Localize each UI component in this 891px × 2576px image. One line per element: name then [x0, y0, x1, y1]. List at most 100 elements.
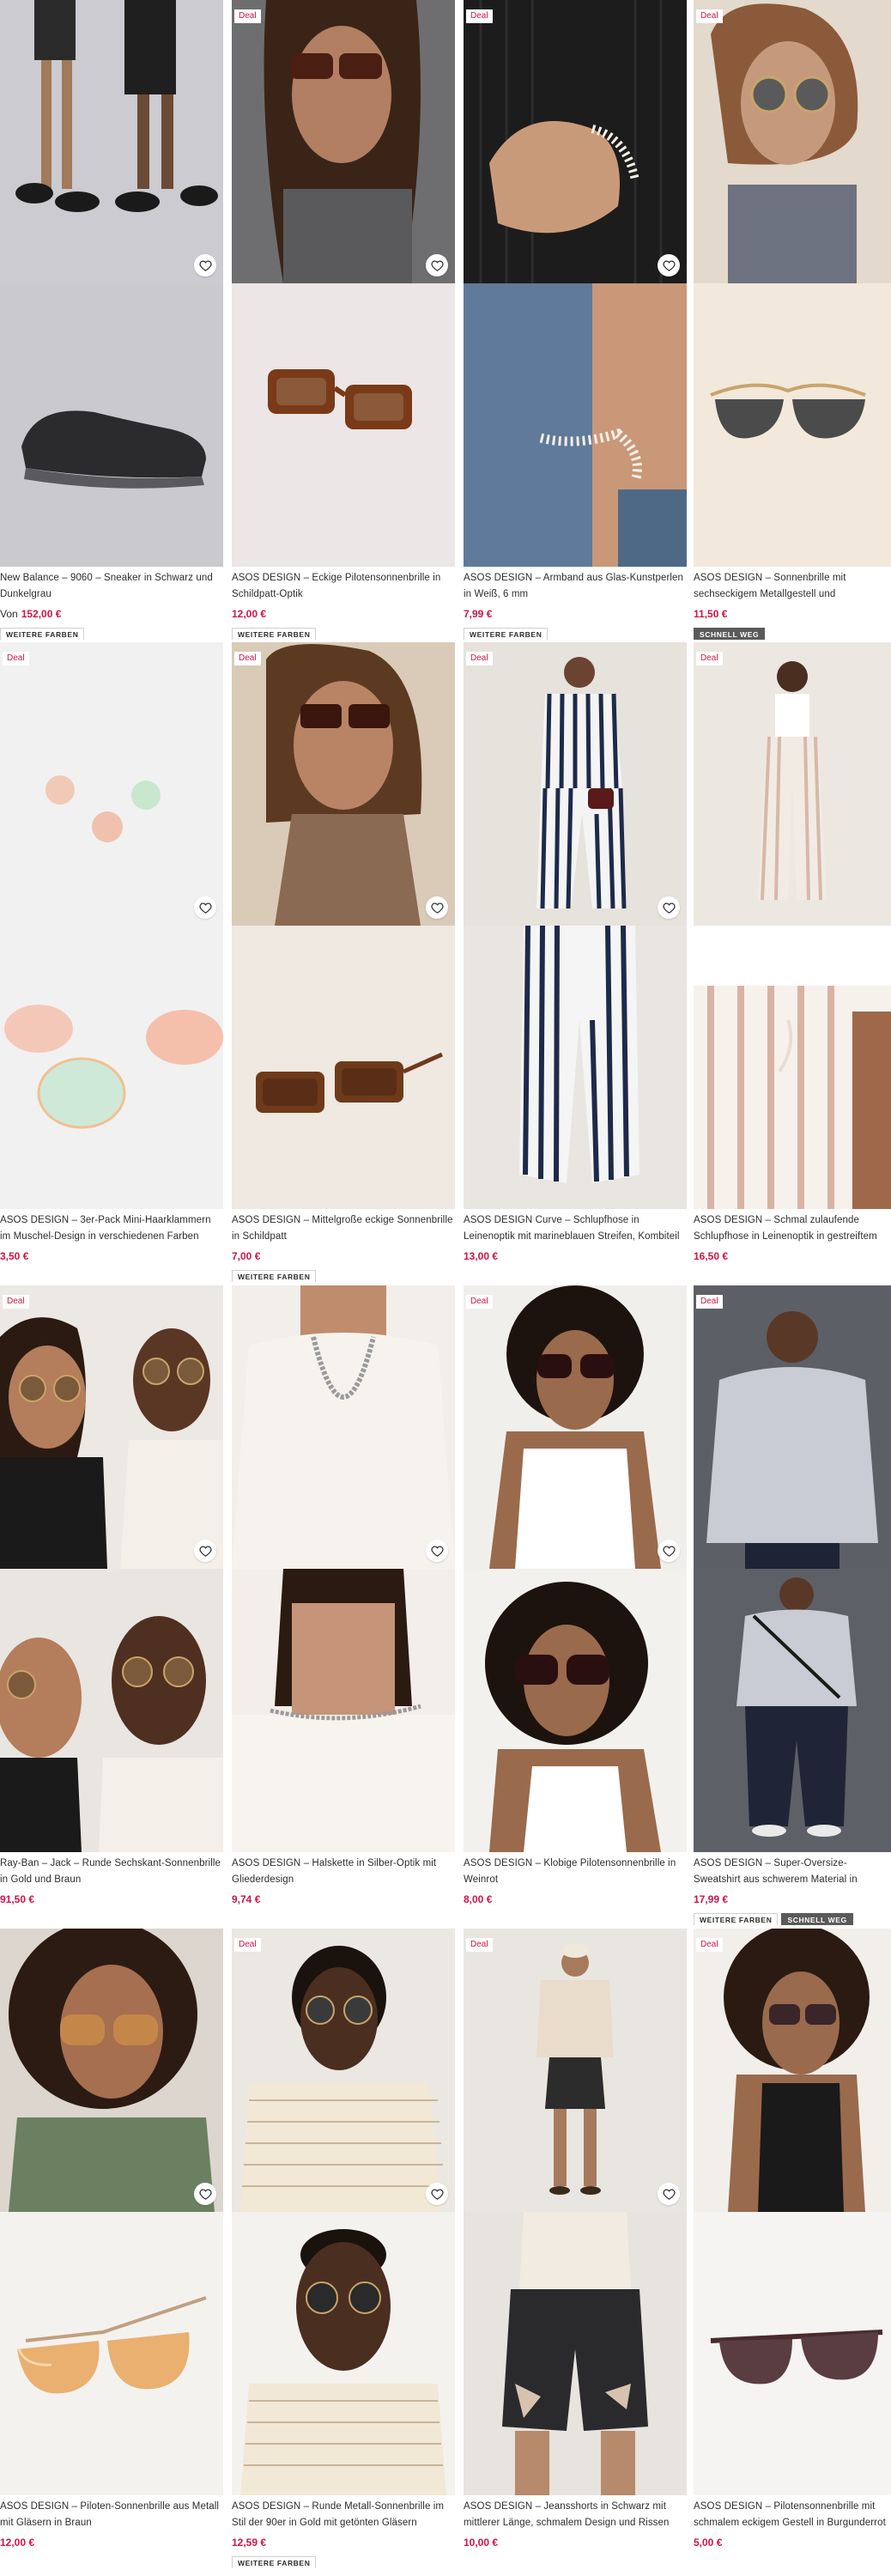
- product-image-main[interactable]: Deal: [694, 0, 891, 283]
- product-image-alt[interactable]: [694, 283, 891, 567]
- product-image-main[interactable]: Deal: [694, 1929, 891, 2212]
- product-image-main[interactable]: Deal: [0, 642, 223, 926]
- product-tags: [0, 1911, 223, 1925]
- product-image-alt[interactable]: [232, 926, 455, 1209]
- product-card[interactable]: Deal ASOS DESIGN – Armband aus Glas-Kuns…: [464, 0, 687, 640]
- product-image-alt[interactable]: [0, 283, 223, 567]
- save-heart-icon[interactable]: [194, 1540, 216, 1562]
- tag-more-colors: WEITERE FARBEN: [232, 628, 317, 640]
- product-card[interactable]: Deal ASOS DESIGN – Mittelgroße eckige So…: [232, 642, 455, 1282]
- price-prefix: Von: [0, 608, 18, 620]
- product-image-main[interactable]: Deal: [464, 1285, 687, 1569]
- save-heart-icon[interactable]: [658, 896, 680, 919]
- product-card[interactable]: Deal ASOS DESIGN – Runde Metall-Sonnenbr…: [232, 1929, 455, 2568]
- save-heart-icon[interactable]: [658, 1540, 680, 1562]
- save-heart-icon[interactable]: [194, 2183, 216, 2205]
- product-title[interactable]: ASOS DESIGN – Eckige Pilotensonnenbrille…: [232, 570, 455, 605]
- product-title[interactable]: ASOS DESIGN – Halskette in Silber-Optik …: [232, 1856, 455, 1890]
- product-title[interactable]: New Balance – 9060 – Sneaker in Schwarz …: [0, 570, 223, 605]
- product-tags: WEITERE FARBEN: [232, 626, 455, 640]
- save-heart-icon[interactable]: [426, 1540, 448, 1562]
- product-image-alt[interactable]: [0, 926, 223, 1209]
- product-image-alt[interactable]: [232, 2212, 455, 2495]
- product-price: 12,59 €: [232, 2537, 455, 2549]
- product-image-alt[interactable]: [232, 283, 455, 567]
- product-card[interactable]: Deal ASOS DESIGN – Eckige Pilotensonnenb…: [232, 0, 455, 640]
- product-title[interactable]: ASOS DESIGN – Runde Metall-Sonnenbrille …: [232, 2499, 455, 2533]
- tag-more-colors: WEITERE FARBEN: [232, 1270, 317, 1282]
- product-image-main[interactable]: Deal: [694, 1285, 891, 1569]
- deal-badge: Deal: [466, 9, 493, 23]
- save-heart-icon[interactable]: [426, 896, 448, 919]
- product-card[interactable]: Deal ASOS DESIGN – Super-Oversize-Sweats…: [694, 1285, 891, 1925]
- product-image-alt[interactable]: [464, 2212, 687, 2495]
- tag-more-colors: WEITERE FARBEN: [694, 1913, 779, 1925]
- product-price: 12,00 €: [232, 608, 455, 620]
- product-image-alt[interactable]: [464, 1569, 687, 1852]
- save-heart-icon[interactable]: [658, 254, 680, 276]
- product-tags: WEITERE FARBEN: [232, 2555, 455, 2568]
- product-card[interactable]: Deal ASOS DESIGN – Klobige Pilotensonnen…: [464, 1285, 687, 1925]
- product-card[interactable]: Deal Ray-Ban – Jack – Runde Sechskant-So…: [0, 1285, 223, 1925]
- price-value: 3,50 €: [0, 1250, 29, 1262]
- product-image-main[interactable]: Deal: [232, 642, 455, 926]
- deal-badge: Deal: [466, 652, 493, 665]
- product-title[interactable]: Ray-Ban – Jack – Runde Sechskant-Sonnenb…: [0, 1856, 223, 1890]
- product-image-alt[interactable]: [232, 1569, 455, 1852]
- product-image-main[interactable]: Deal: [464, 642, 687, 926]
- product-image-main[interactable]: Deal: [694, 642, 891, 926]
- product-tags: WEITERE FARBEN: [464, 626, 687, 640]
- product-title[interactable]: ASOS DESIGN – Jeansshorts in Schwarz mit…: [464, 2499, 687, 2533]
- product-price: 11,50 €: [694, 608, 891, 620]
- tag-selling-fast: SCHNELL WEG: [781, 1913, 853, 1925]
- save-heart-icon[interactable]: [194, 896, 216, 919]
- save-heart-icon[interactable]: [426, 254, 448, 276]
- product-image-main[interactable]: [0, 1929, 223, 2212]
- product-title[interactable]: ASOS DESIGN – Klobige Pilotensonnenbrill…: [464, 1856, 687, 1890]
- product-title[interactable]: ASOS DESIGN – Super-Oversize-Sweatshirt …: [694, 1856, 891, 1890]
- save-heart-icon[interactable]: [426, 2183, 448, 2205]
- product-image-main[interactable]: Deal: [464, 1929, 687, 2212]
- product-image-alt[interactable]: [694, 2212, 891, 2495]
- price-value: 12,59 €: [232, 2537, 267, 2549]
- tag-more-colors: WEITERE FARBEN: [0, 628, 85, 640]
- product-image-main[interactable]: Deal: [232, 0, 455, 283]
- product-image-alt[interactable]: [0, 1569, 223, 1852]
- product-title[interactable]: ASOS DESIGN – Schmal zulaufende Schlupfh…: [694, 1212, 891, 1247]
- product-card[interactable]: New Balance – 9060 – Sneaker in Schwarz …: [0, 0, 223, 640]
- product-card[interactable]: Deal ASOS DESIGN – Jeansshorts in Schwar…: [464, 1929, 687, 2568]
- save-heart-icon[interactable]: [194, 254, 216, 276]
- product-image-alt[interactable]: [694, 926, 891, 1209]
- product-image-alt[interactable]: [0, 2212, 223, 2495]
- product-image-main[interactable]: Deal: [232, 1929, 455, 2212]
- product-card[interactable]: Deal ASOS DESIGN Curve – Schlupfhose in …: [464, 642, 687, 1282]
- price-value: 9,74 €: [232, 1893, 261, 1905]
- product-price: 10,00 €: [464, 2537, 687, 2549]
- tag-more-colors: WEITERE FARBEN: [232, 2556, 317, 2568]
- product-title[interactable]: ASOS DESIGN – 3er-Pack Mini-Haarklammern…: [0, 1212, 223, 1247]
- product-card[interactable]: Deal ASOS DESIGN – Sonnenbrille mit sech…: [694, 0, 891, 640]
- product-image-main[interactable]: [232, 1285, 455, 1569]
- product-price: 91,50 €: [0, 1893, 223, 1905]
- product-card[interactable]: ASOS DESIGN – Halskette in Silber-Optik …: [232, 1285, 455, 1925]
- save-heart-icon[interactable]: [658, 2183, 680, 2205]
- product-card[interactable]: Deal ASOS DESIGN – Schmal zulaufende Sch…: [694, 642, 891, 1282]
- product-tags: [464, 2555, 687, 2568]
- product-card[interactable]: Deal ASOS DESIGN – Pilotensonnenbrille m…: [694, 1929, 891, 2568]
- product-title[interactable]: ASOS DESIGN Curve – Schlupfhose in Leine…: [464, 1212, 687, 1247]
- product-image-alt[interactable]: [694, 1569, 891, 1852]
- product-image-main[interactable]: [0, 0, 223, 283]
- product-title[interactable]: ASOS DESIGN – Pilotensonnenbrille mit sc…: [694, 2499, 891, 2533]
- product-card[interactable]: Deal ASOS DESIGN – 3er-Pack Mini-Haarkla…: [0, 642, 223, 1282]
- product-title[interactable]: ASOS DESIGN – Piloten-Sonnenbrille aus M…: [0, 2499, 223, 2533]
- product-image-main[interactable]: Deal: [0, 1285, 223, 1569]
- product-card[interactable]: ASOS DESIGN – Piloten-Sonnenbrille aus M…: [0, 1929, 223, 2568]
- product-image-alt[interactable]: [464, 926, 687, 1209]
- product-image-main[interactable]: Deal: [464, 0, 687, 283]
- product-title[interactable]: ASOS DESIGN – Sonnenbrille mit sechsecki…: [694, 570, 891, 605]
- product-title[interactable]: ASOS DESIGN – Mittelgroße eckige Sonnenb…: [232, 1212, 455, 1247]
- price-value: 11,50 €: [694, 608, 728, 620]
- product-title[interactable]: ASOS DESIGN – Armband aus Glas-Kunstperl…: [464, 570, 687, 605]
- product-image-alt[interactable]: [464, 283, 687, 567]
- price-value: 13,00 €: [464, 1250, 499, 1262]
